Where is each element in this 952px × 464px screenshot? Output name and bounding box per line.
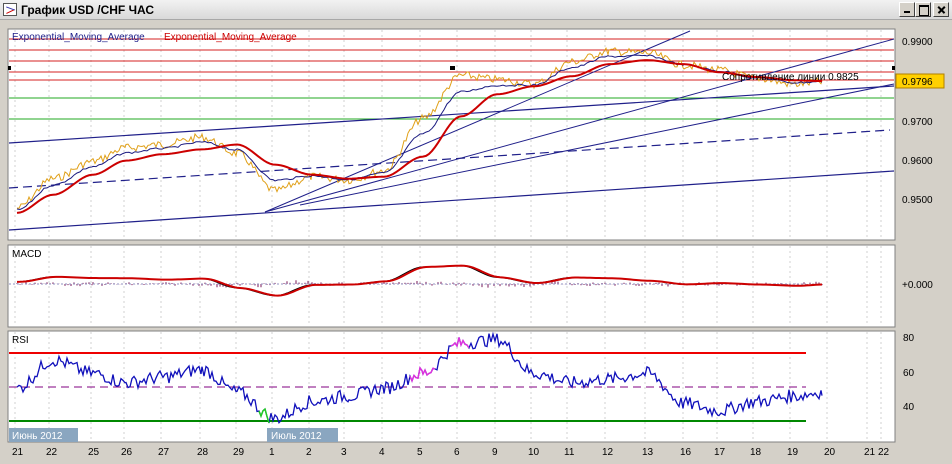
minimize-button[interactable] [899, 2, 915, 17]
time-axis-label: 11 [564, 447, 575, 458]
title-bar: График USD /CHF ЧАС [0, 0, 952, 20]
rsi-tick-60: 60 [903, 368, 915, 379]
time-axis-label: 4 [379, 447, 385, 458]
time-axis-label: 13 [642, 447, 654, 458]
macd-panel[interactable] [7, 244, 896, 328]
line-handle-middle[interactable] [450, 66, 455, 70]
time-axis-label: 26 [121, 447, 133, 458]
time-axis-label: 6 [454, 447, 460, 458]
time-axis-label: 28 [197, 447, 209, 458]
time-axis-label: 22 [46, 447, 58, 458]
time-axis-label: 20 [824, 447, 836, 458]
time-axis-label: 5 [417, 447, 423, 458]
macd-label: MACD [12, 249, 41, 260]
time-axis-label: 2 [306, 447, 312, 458]
window-title: График USD /CHF ЧАС [21, 3, 155, 17]
time-axis-label: 18 [750, 447, 762, 458]
resistance-annotation: Сопротивление линии 0.9825 [722, 72, 859, 83]
y-tick-4: 0.9500 [902, 195, 933, 206]
time-axis-label: 19 [787, 447, 799, 458]
time-axis-label: 27 [158, 447, 170, 458]
month-label-june: Июнь 2012 [12, 431, 63, 442]
time-axis-label: 16 [680, 447, 692, 458]
line-handle-left[interactable] [8, 66, 11, 70]
maximize-button[interactable] [915, 2, 931, 17]
y-tick-2: 0.9700 [902, 117, 933, 128]
line-handle-right[interactable] [892, 66, 895, 70]
main-y-axis: 0.9900 0.9700 0.9600 0.9500 [902, 37, 933, 206]
close-button[interactable] [933, 2, 949, 17]
chart-window-icon [3, 3, 17, 16]
time-axis-label: 25 [88, 447, 100, 458]
macd-zero-label: +0.000 [902, 280, 933, 291]
time-axis-label: 22 [878, 447, 890, 458]
time-axis-label: 1 [269, 447, 275, 458]
last-price-label: 0.9796 [902, 77, 933, 88]
time-axis-label: 21 [12, 447, 24, 458]
legend-ema-1: Exponential_Moving_Average [12, 32, 145, 43]
time-axis: 21 22 25 26 27 28 29 1 2 3 4 5 6 9 10 11 12 13 16 17 18 19 20 2… [12, 447, 890, 458]
legend-ema-2: Exponential_Moving_Average [164, 32, 297, 43]
time-axis-label: 12 [602, 447, 614, 458]
time-axis-label: 9 [492, 447, 498, 458]
rsi-label: RSI [12, 335, 29, 346]
time-axis-label: 3 [341, 447, 347, 458]
rsi-y-axis: 80 60 40 [903, 333, 915, 413]
time-axis-label: 21 [864, 447, 876, 458]
time-axis-label: 17 [714, 447, 726, 458]
y-tick-0: 0.9900 [902, 37, 933, 48]
time-axis-label: 10 [528, 447, 540, 458]
rsi-tick-40: 40 [903, 402, 915, 413]
month-label-july: Июль 2012 [271, 431, 322, 442]
y-tick-3: 0.9600 [902, 156, 933, 167]
chart-area[interactable]: Exponential_Moving_Average Exponential_M… [0, 20, 952, 464]
time-axis-label: 29 [233, 447, 245, 458]
rsi-tick-80: 80 [903, 333, 915, 344]
